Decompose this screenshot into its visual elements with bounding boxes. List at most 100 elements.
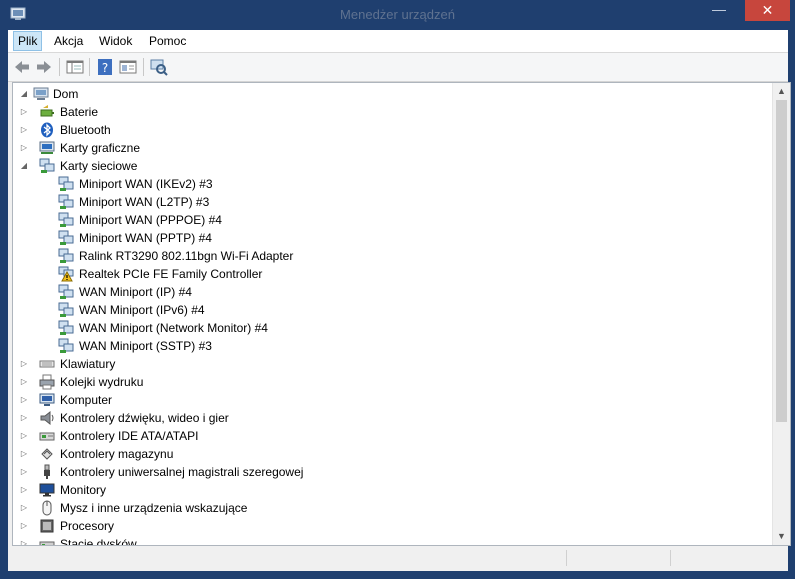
title-bar: Menedżer urządzeń — ✕	[0, 0, 795, 30]
menu-file[interactable]: Plik	[13, 31, 43, 51]
console-tree-icon[interactable]	[65, 57, 85, 77]
tree-category-row[interactable]: ▷ Kolejki wydruku	[21, 373, 739, 391]
tree-item-label: Klawiatury	[60, 357, 116, 371]
tree-item-label: Bluetooth	[60, 123, 111, 137]
expand-arrow-icon[interactable]: ▷	[19, 499, 29, 517]
tree-item-label: Realtek PCIe FE Family Controller	[79, 267, 263, 281]
mouse-icon	[39, 500, 55, 516]
tree-item-label: Miniport WAN (PPPOE) #4	[79, 213, 222, 227]
expand-arrow-icon[interactable]: ▷	[19, 121, 29, 139]
expand-arrow-icon[interactable]: ▷	[19, 103, 29, 121]
tree-item-label: Stacje dysków	[60, 537, 137, 546]
tree-category-row[interactable]: ▷ Kontrolery IDE ATA/ATAPI	[21, 427, 739, 445]
device-tree[interactable]: ◢ Dom ▷ Baterie ▷ Bluetooth ▷ Karty graficzne…	[12, 82, 791, 546]
tree-item-label: WAN Miniport (SSTP) #3	[79, 339, 212, 353]
scan-hardware-icon[interactable]	[149, 57, 169, 77]
network-adapter-icon	[58, 284, 74, 300]
display-adapter-icon	[39, 140, 55, 156]
tree-item-label: WAN Miniport (IP) #4	[79, 285, 192, 299]
tree-device-row[interactable]: Miniport WAN (PPPOE) #4	[58, 211, 758, 229]
menu-help[interactable]: Pomoc	[145, 32, 190, 50]
ide-controller-icon	[39, 428, 55, 444]
back-icon[interactable]	[12, 57, 32, 77]
tree-item-label: WAN Miniport (IPv6) #4	[79, 303, 205, 317]
help-icon[interactable]: ?	[95, 57, 115, 77]
expand-arrow-icon[interactable]: ▷	[19, 391, 29, 409]
tree-root-row[interactable]: ◢ Dom	[19, 85, 759, 103]
tree-device-row[interactable]: WAN Miniport (IP) #4	[58, 283, 758, 301]
tree-root-label: Dom	[53, 87, 79, 101]
properties-icon[interactable]	[118, 57, 138, 77]
tree-category-row[interactable]: ▷ Kontrolery magazynu	[21, 445, 739, 463]
tree-device-row[interactable]: WAN Miniport (SSTP) #3	[58, 337, 758, 355]
tree-device-row[interactable]: Ralink RT3290 802.11bgn Wi-Fi Adapter	[58, 247, 758, 265]
tree-category-row[interactable]: ▷ Mysz i inne urządzenia wskazujące	[21, 499, 739, 517]
menu-view[interactable]: Widok	[95, 32, 136, 50]
expand-arrow-icon[interactable]: ▷	[19, 409, 29, 427]
collapse-arrow-icon[interactable]: ◢	[19, 157, 29, 175]
tree-item-label: Ralink RT3290 802.11bgn Wi-Fi Adapter	[79, 249, 294, 263]
tree-category-row[interactable]: ▷ Komputer	[21, 391, 739, 409]
status-bar	[8, 547, 788, 569]
expand-arrow-icon[interactable]: ▷	[19, 139, 29, 157]
expand-arrow-icon[interactable]: ▷	[19, 481, 29, 499]
vertical-scrollbar[interactable]: ▲ ▼	[772, 83, 790, 545]
warning-network-adapter-icon	[58, 266, 74, 282]
tree-item-label: Kolejki wydruku	[60, 375, 144, 389]
tree-device-row[interactable]: Realtek PCIe FE Family Controller	[58, 265, 758, 283]
tree-device-row[interactable]: Miniport WAN (PPTP) #4	[58, 229, 758, 247]
expand-arrow-icon[interactable]: ▷	[19, 445, 29, 463]
expand-arrow-icon[interactable]: ▷	[19, 355, 29, 373]
network-adapter-icon	[58, 212, 74, 228]
menu-action[interactable]: Akcja	[50, 32, 87, 50]
speaker-icon	[39, 410, 55, 426]
minimize-button[interactable]: —	[696, 0, 742, 22]
tree-category-row[interactable]: ◢ Karty sieciowe	[21, 157, 739, 175]
tree-item-label: Procesory	[60, 519, 115, 533]
tree-category-row[interactable]: ▷ Bluetooth	[21, 121, 739, 139]
scroll-down-arrow-icon[interactable]: ▼	[773, 528, 790, 545]
tree-device-row[interactable]: WAN Miniport (Network Monitor) #4	[58, 319, 758, 337]
expand-arrow-icon[interactable]: ▷	[19, 535, 29, 545]
disk-drive-icon	[39, 536, 55, 545]
tree-item-label: Kontrolery magazynu	[60, 447, 174, 461]
toolbar: ?	[8, 53, 788, 82]
scroll-thumb[interactable]	[776, 100, 787, 422]
tree-category-row[interactable]: ▷ Procesory	[21, 517, 739, 535]
network-adapter-icon	[58, 194, 74, 210]
monitor-icon	[39, 482, 55, 498]
network-adapter-icon	[58, 338, 74, 354]
scroll-up-arrow-icon[interactable]: ▲	[773, 83, 790, 100]
tree-category-row[interactable]: ▷ Kontrolery uniwersalnej magistrali szer…	[21, 463, 739, 481]
network-adapter-icon	[58, 248, 74, 264]
tree-device-row[interactable]: Miniport WAN (IKEv2) #3	[58, 175, 758, 193]
printer-icon	[39, 374, 55, 390]
tree-device-row[interactable]: Miniport WAN (L2TP) #3	[58, 193, 758, 211]
tree-category-row[interactable]: ▷ Stacje dysków	[21, 535, 739, 546]
expand-arrow-icon[interactable]: ▷	[19, 463, 29, 481]
tree-item-label: Kontrolery IDE ATA/ATAPI	[60, 429, 199, 443]
tree-item-label: Kontrolery uniwersalnej magistrali szere…	[60, 465, 304, 479]
tree-device-row[interactable]: WAN Miniport (IPv6) #4	[58, 301, 758, 319]
menu-bar: Plik Akcja Widok Pomoc	[8, 30, 788, 53]
window-client: Plik Akcja Widok Pomoc ? ◢ Dom ▷ Baterie…	[8, 30, 791, 571]
battery-icon	[39, 104, 55, 120]
collapse-arrow-icon[interactable]: ◢	[19, 85, 29, 103]
tree-category-row[interactable]: ▷ Baterie	[21, 103, 739, 121]
expand-arrow-icon[interactable]: ▷	[19, 427, 29, 445]
tree-category-row[interactable]: ▷ Monitory	[21, 481, 739, 499]
close-button[interactable]: ✕	[745, 0, 790, 21]
tree-item-label: Karty graficzne	[60, 141, 141, 155]
forward-icon[interactable]	[34, 57, 54, 77]
network-adapter-icon	[39, 158, 55, 174]
tree-item-label: Monitory	[60, 483, 107, 497]
keyboard-icon	[39, 356, 55, 372]
tree-category-row[interactable]: ▷ Karty graficzne	[21, 139, 739, 157]
tree-item-label: Mysz i inne urządzenia wskazujące	[60, 501, 248, 515]
tree-category-row[interactable]: ▷ Klawiatury	[21, 355, 739, 373]
svg-text:?: ?	[102, 61, 108, 75]
network-adapter-icon	[58, 230, 74, 246]
expand-arrow-icon[interactable]: ▷	[19, 517, 29, 535]
expand-arrow-icon[interactable]: ▷	[19, 373, 29, 391]
tree-category-row[interactable]: ▷ Kontrolery dźwięku, wideo i gier	[21, 409, 739, 427]
